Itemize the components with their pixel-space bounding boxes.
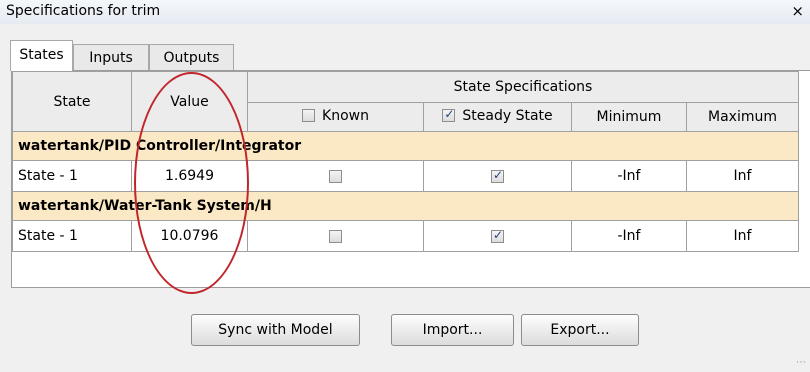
column-header-maximum: Maximum (686, 102, 799, 132)
column-header-minimum: Minimum (571, 102, 687, 132)
steady-state-checkbox[interactable] (491, 228, 504, 243)
table-row: State - 1 10.0796 -Inf Inf (12, 220, 799, 252)
window-title: Specifications for trim (6, 3, 161, 19)
export-button[interactable]: Export... (521, 314, 639, 346)
steady-state-checkbox[interactable] (491, 168, 504, 183)
state-cell: State - 1 (12, 220, 132, 252)
tab-label: States (19, 47, 64, 63)
button-label: Sync with Model (218, 322, 333, 338)
column-header-state-specifications: State Specifications (247, 71, 799, 103)
known-cell (247, 220, 424, 252)
table-row: State - 1 1.6949 -Inf Inf (12, 160, 799, 192)
state-cell: State - 1 (12, 160, 132, 192)
block-path: watertank/PID Controller/Integrator (12, 131, 799, 161)
tab-outputs[interactable]: Outputs (149, 44, 234, 70)
button-label: Export... (550, 322, 610, 338)
import-button[interactable]: Import... (391, 314, 514, 346)
block-group-row: watertank/PID Controller/Integrator (12, 131, 799, 161)
known-label: Known (322, 107, 369, 124)
button-label: Import... (422, 322, 483, 338)
title-bar: Specifications for trim × (0, 0, 810, 25)
close-icon[interactable]: × (791, 2, 804, 20)
value-cell[interactable]: 1.6949 (131, 160, 248, 192)
state-spec-table-frame: State Value State Specifications Known ✓… (11, 70, 810, 288)
known-cell (247, 160, 424, 192)
minimum-cell[interactable]: -Inf (571, 220, 687, 252)
block-path: watertank/Water-Tank System/H (12, 191, 799, 221)
dialog-panel: States Inputs Outputs State Value State … (0, 24, 810, 372)
value-cell[interactable]: 10.0796 (131, 220, 248, 252)
steady-state-all-checkbox[interactable] (442, 107, 456, 123)
steady-state-cell (423, 160, 572, 192)
column-header-state: State (12, 71, 132, 132)
maximum-cell[interactable]: Inf (686, 220, 799, 252)
steady-state-label: Steady State (462, 107, 553, 124)
state-spec-table: State Value State Specifications Known ✓… (12, 71, 799, 252)
tab-label: Outputs (163, 50, 220, 66)
maximum-cell[interactable]: Inf (686, 160, 799, 192)
block-group-row: watertank/Water-Tank System/H (12, 191, 799, 221)
tab-states[interactable]: States (10, 40, 73, 71)
column-header-value: Value (131, 71, 248, 132)
minimum-cell[interactable]: -Inf (571, 160, 687, 192)
tab-inputs[interactable]: Inputs (73, 44, 149, 70)
known-all-checkbox[interactable] (302, 109, 316, 123)
column-header-known: Known (247, 102, 424, 132)
sync-with-model-button[interactable]: Sync with Model (191, 314, 360, 346)
steady-state-cell (423, 220, 572, 252)
known-checkbox[interactable] (329, 229, 342, 243)
resize-grip-icon[interactable]: ⋯ (796, 357, 806, 368)
tab-label: Inputs (89, 50, 133, 66)
column-header-steady-state: Steady State (423, 102, 572, 132)
known-checkbox[interactable] (329, 169, 342, 183)
